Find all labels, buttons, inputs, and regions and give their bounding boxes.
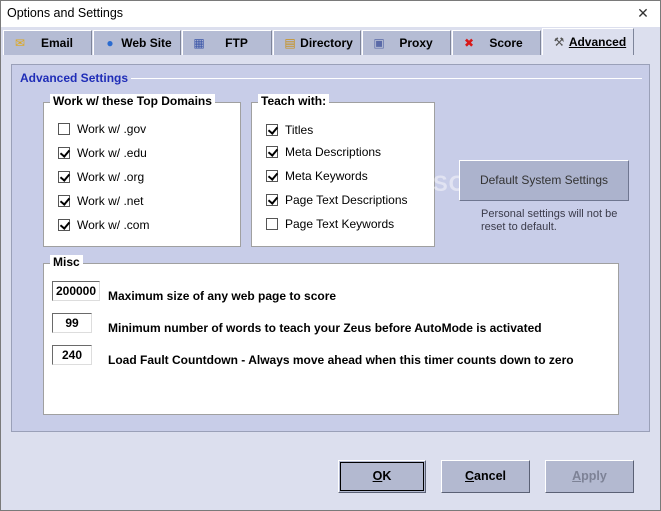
checkbox-edu[interactable]: Work w/ .edu	[58, 146, 147, 160]
checkbox-label: Titles	[285, 123, 314, 137]
domains-legend: Work w/ these Top Domains	[50, 94, 215, 108]
window-title: Options and Settings	[7, 6, 124, 20]
title-bar: Options and Settings ✕	[1, 1, 660, 27]
tab-ftp[interactable]: ▦ FTP	[182, 30, 272, 55]
checkbox-label: Work w/ .gov	[77, 122, 147, 136]
apply-rest: pply	[581, 469, 607, 483]
tab-web-site[interactable]: ● Web Site	[93, 30, 181, 55]
tab-score[interactable]: ✖ Score	[452, 30, 541, 55]
tab-directory[interactable]: ▤ Directory	[273, 30, 361, 55]
cancel-mnemonic: C	[465, 469, 475, 483]
checkbox-box[interactable]	[266, 146, 278, 158]
checkbox-org[interactable]: Work w/ .org	[58, 170, 144, 184]
min-words-label: Minimum number of words to teach your Ze…	[108, 321, 542, 335]
apply-mnemonic: A	[572, 469, 582, 483]
network-icon: ▦	[193, 36, 205, 50]
checkbox-label: Work w/ .net	[77, 194, 144, 208]
checkbox-box[interactable]	[58, 171, 70, 183]
server-icon: ▣	[373, 36, 385, 50]
checkbox-page-text-keywords[interactable]: Page Text Keywords	[266, 217, 394, 231]
checkbox-box[interactable]	[266, 124, 278, 136]
checkbox-box[interactable]	[58, 219, 70, 231]
checkbox-titles[interactable]: Titles	[266, 123, 313, 137]
cancel-button[interactable]: Cancel	[441, 460, 530, 493]
checkbox-label: Work w/ .org	[77, 170, 145, 184]
ok-button[interactable]: OK	[338, 460, 426, 493]
misc-legend: Misc	[50, 255, 83, 269]
min-words-field[interactable]: 99	[52, 313, 92, 333]
advanced-settings-heading: Advanced Settings	[17, 71, 132, 85]
tab-label: Directory	[300, 36, 353, 50]
domains-group: Work w/ these Top Domains Work w/ .gov W…	[43, 94, 241, 247]
tools-icon: ⚒	[553, 35, 565, 49]
ok-mnemonic: O	[372, 469, 383, 483]
checkbox-box[interactable]	[58, 195, 70, 207]
checkbox-label: Work w/ .com	[77, 218, 150, 232]
tab-label: Proxy	[399, 36, 433, 50]
checkbox-box[interactable]	[266, 194, 278, 206]
checkbox-box[interactable]	[266, 218, 278, 230]
red-x-icon: ✖	[463, 36, 475, 50]
cancel-rest: ancel	[474, 469, 506, 483]
checkbox-box[interactable]	[58, 123, 70, 135]
tab-label: Score	[489, 36, 523, 50]
misc-group: Misc 200000 Maximum size of any web page…	[43, 255, 619, 415]
default-settings-note: Personal settings will not be reset to d…	[481, 208, 618, 233]
checkbox-gov[interactable]: Work w/ .gov	[58, 122, 146, 136]
folder-tree-icon: ▤	[284, 36, 296, 50]
load-fault-countdown-field[interactable]: 240	[52, 345, 92, 365]
tab-label: Email	[40, 36, 73, 50]
envelope-icon: ✉	[14, 36, 26, 50]
checkbox-net[interactable]: Work w/ .net	[58, 194, 143, 208]
checkbox-box[interactable]	[58, 147, 70, 159]
load-fault-countdown-label: Load Fault Countdown - Always move ahead…	[108, 353, 574, 367]
close-icon[interactable]: ✕	[632, 3, 654, 23]
tab-advanced[interactable]: ⚒ Advanced	[542, 28, 634, 55]
ok-rest: K	[382, 469, 392, 483]
checkbox-com[interactable]: Work w/ .com	[58, 218, 149, 232]
globe-icon: ●	[106, 36, 114, 50]
max-page-size-field[interactable]: 200000	[52, 281, 100, 301]
tab-strip: ✉ Email ● Web Site ▦ FTP ▤ Directory ▣ P…	[1, 28, 660, 55]
default-system-settings-button[interactable]: Default System Settings	[459, 160, 629, 201]
max-page-size-label: Maximum size of any web page to score	[108, 289, 337, 303]
apply-button[interactable]: Apply	[545, 460, 634, 493]
teach-group: Teach with: Titles Meta Descriptions Met…	[251, 94, 435, 247]
checkbox-label: Work w/ .edu	[77, 146, 147, 160]
tab-label: Advanced	[568, 35, 627, 49]
tab-label: FTP	[225, 36, 248, 50]
checkbox-label: Meta Keywords	[285, 169, 368, 183]
checkbox-label: Page Text Keywords	[285, 217, 395, 231]
teach-legend: Teach with:	[258, 94, 330, 108]
checkbox-meta-keywords[interactable]: Meta Keywords	[266, 169, 368, 183]
checkbox-box[interactable]	[266, 170, 278, 182]
checkbox-meta-descriptions[interactable]: Meta Descriptions	[266, 145, 381, 159]
tab-label: Web Site	[121, 36, 172, 50]
checkbox-label: Meta Descriptions	[285, 145, 382, 159]
options-window: Options and Settings ✕ ✉ Email ● Web Sit…	[0, 0, 661, 511]
tab-email[interactable]: ✉ Email	[3, 30, 92, 55]
tab-proxy[interactable]: ▣ Proxy	[362, 30, 451, 55]
checkbox-label: Page Text Descriptions	[285, 193, 408, 207]
checkbox-page-text-descriptions[interactable]: Page Text Descriptions	[266, 193, 408, 207]
